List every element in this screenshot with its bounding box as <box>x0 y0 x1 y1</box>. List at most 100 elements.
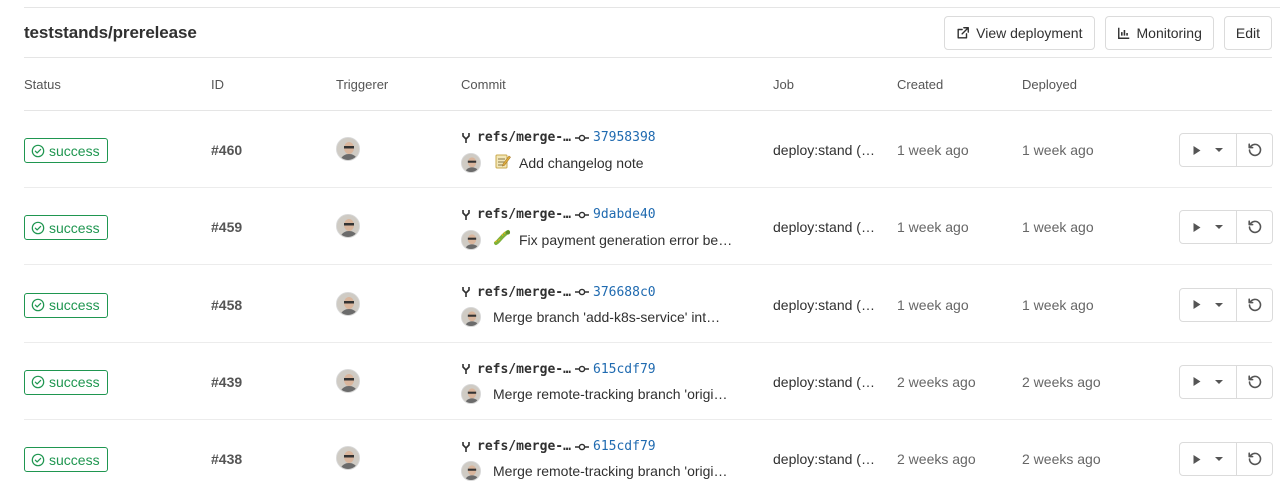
redeploy-button[interactable] <box>1237 364 1273 399</box>
status-label: success <box>49 297 100 314</box>
commit-message-line: Fix payment generation error be… <box>461 229 732 250</box>
status-badge[interactable]: success <box>24 215 108 241</box>
play-icon <box>1193 300 1201 310</box>
commit-sha[interactable]: 376688c0 <box>593 285 656 300</box>
deployment-id[interactable]: #439 <box>211 374 242 390</box>
commit-message[interactable]: Fix payment generation error be… <box>519 232 732 248</box>
author-avatar[interactable] <box>461 229 481 250</box>
branch-icon <box>462 209 470 220</box>
author-avatar[interactable] <box>461 152 481 173</box>
author-avatar[interactable] <box>461 461 481 482</box>
triggerer-avatar[interactable] <box>336 291 360 316</box>
job-link[interactable]: deploy:stand (… <box>773 451 875 467</box>
column-triggerer: Triggerer <box>336 77 389 92</box>
commit-ref[interactable]: refs/merge-… <box>477 362 575 377</box>
redeploy-button[interactable] <box>1237 133 1273 167</box>
manual-actions-dropdown[interactable] <box>1179 133 1237 167</box>
column-job: Job <box>773 77 794 92</box>
job-link[interactable]: deploy:stand (… <box>773 142 875 158</box>
commit-message[interactable]: Merge branch 'add-k8s-service' int… <box>493 309 720 325</box>
triggerer-avatar[interactable] <box>336 368 360 393</box>
commit-sha[interactable]: 37958398 <box>593 130 656 145</box>
edit-button[interactable]: Edit <box>1223 15 1272 50</box>
commit-ref-line: refs/merge-… 37958398 <box>461 130 656 145</box>
manual-actions-dropdown[interactable] <box>1179 210 1237 245</box>
check-circle-icon <box>31 221 45 235</box>
deployed-time: 1 week ago <box>1022 142 1094 158</box>
status-badge[interactable]: success <box>24 292 108 318</box>
play-icon <box>1193 377 1201 387</box>
deployment-row: success #460 refs/merge-… 37958398 Add c… <box>24 111 1273 188</box>
retry-icon <box>1247 220 1261 234</box>
created-time: 2 weeks ago <box>897 373 976 390</box>
job-link[interactable]: deploy:stand (… <box>773 219 875 235</box>
commit-sha[interactable]: 9dabde40 <box>593 207 656 222</box>
commit-icon <box>575 443 589 450</box>
job-link[interactable]: deploy:stand (… <box>773 297 875 313</box>
header-actions: View deployment Monitoring Edit <box>944 15 1272 50</box>
triggerer-avatar[interactable] <box>336 214 360 239</box>
deployment-id[interactable]: #458 <box>211 297 242 313</box>
status-label: success <box>49 374 100 391</box>
chevron-down-icon <box>1215 379 1223 384</box>
page-title: teststands/prerelease <box>24 22 197 42</box>
check-circle-icon <box>31 376 45 389</box>
commit-ref-line: refs/merge-… 615cdf79 <box>461 362 656 377</box>
deployed-time: 2 weeks ago <box>1022 373 1101 390</box>
view-deployment-button[interactable]: View deployment <box>944 15 1095 50</box>
commit-ref[interactable]: refs/merge-… <box>477 207 575 222</box>
commit-emoji <box>493 229 519 250</box>
commit-ref-line: refs/merge-… 376688c0 <box>461 285 656 300</box>
column-id: ID <box>211 77 224 92</box>
commit-emoji <box>493 152 519 173</box>
triggerer-avatar[interactable] <box>336 446 360 471</box>
status-badge[interactable]: success <box>24 138 108 163</box>
redeploy-button[interactable] <box>1237 287 1273 322</box>
retry-icon <box>1247 143 1261 157</box>
deployment-id[interactable]: #459 <box>211 219 242 235</box>
commit-message[interactable]: Add changelog note <box>519 155 644 171</box>
created-time: 2 weeks ago <box>897 451 976 468</box>
triggerer-avatar[interactable] <box>336 137 360 161</box>
commit-ref[interactable]: refs/merge-… <box>477 439 575 454</box>
check-circle-icon <box>31 298 45 312</box>
chevron-down-icon <box>1215 457 1223 462</box>
check-circle-icon <box>31 453 45 466</box>
commit-ref-line: refs/merge-… 615cdf79 <box>461 439 656 454</box>
manual-actions-dropdown[interactable] <box>1179 287 1237 322</box>
table-header: Status ID Triggerer Commit Job Created D… <box>24 59 1272 111</box>
job-link[interactable]: deploy:stand (… <box>773 374 875 390</box>
deployment-id[interactable]: #438 <box>211 451 242 467</box>
status-badge[interactable]: success <box>24 447 108 473</box>
status-label: success <box>49 142 100 159</box>
deployed-time: 1 week ago <box>1022 296 1094 313</box>
deployment-id[interactable]: #460 <box>211 142 242 158</box>
edit-label: Edit <box>1235 24 1260 41</box>
commit-message[interactable]: Merge remote-tracking branch 'origi… <box>493 386 728 402</box>
commit-ref[interactable]: refs/merge-… <box>477 285 575 300</box>
manual-actions-dropdown[interactable] <box>1179 442 1237 477</box>
deployment-row: success #458 refs/merge-… 376688c0 Merge… <box>24 266 1273 343</box>
commit-ref[interactable]: refs/merge-… <box>477 130 575 145</box>
external-link-icon <box>957 26 970 39</box>
monitoring-button[interactable]: Monitoring <box>1104 15 1214 50</box>
commit-sha[interactable]: 615cdf79 <box>593 439 656 454</box>
branch-icon <box>462 441 470 452</box>
status-label: success <box>49 219 100 236</box>
commit-icon <box>575 211 589 219</box>
commit-message[interactable]: Merge remote-tracking branch 'origi… <box>493 463 728 479</box>
manual-actions-dropdown[interactable] <box>1179 364 1237 399</box>
created-time: 1 week ago <box>897 142 969 158</box>
chevron-down-icon <box>1215 225 1223 230</box>
retry-icon <box>1247 297 1261 311</box>
commit-sha[interactable]: 615cdf79 <box>593 362 656 377</box>
author-avatar[interactable] <box>461 383 481 404</box>
deployment-row: success #438 refs/merge-… 615cdf79 Merge… <box>24 420 1273 492</box>
author-avatar[interactable] <box>461 306 481 327</box>
status-label: success <box>49 451 100 468</box>
redeploy-button[interactable] <box>1237 210 1273 245</box>
commit-message-line: Merge remote-tracking branch 'origi… <box>461 383 728 404</box>
status-badge[interactable]: success <box>24 369 108 395</box>
branch-icon <box>462 132 470 143</box>
redeploy-button[interactable] <box>1237 442 1273 477</box>
